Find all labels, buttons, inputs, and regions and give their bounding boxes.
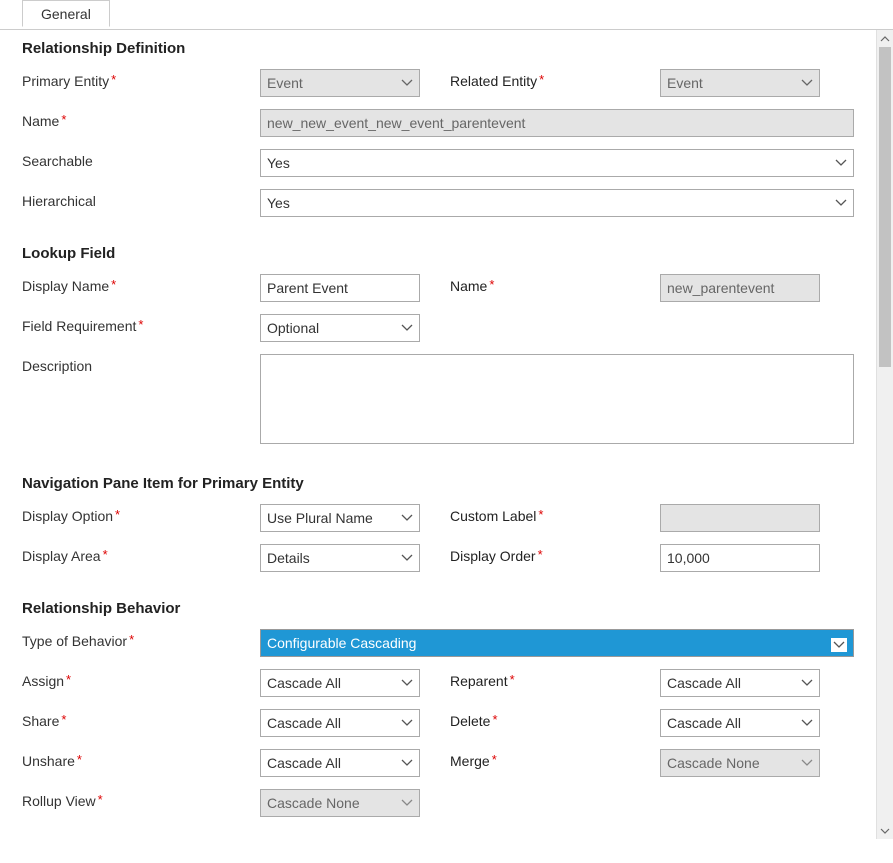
display-area-label: Display Area*: [22, 544, 260, 564]
chevron-down-icon: [801, 758, 813, 768]
chevron-down-icon: [401, 513, 413, 523]
chevron-down-icon: [401, 798, 413, 808]
display-area-select[interactable]: Details: [260, 544, 420, 572]
lookup-name-input: new_parentevent: [660, 274, 820, 302]
scroll-down-button[interactable]: [877, 822, 893, 839]
display-option-label: Display Option*: [22, 504, 260, 524]
scroll-thumb[interactable]: [879, 47, 891, 367]
delete-label: Delete*: [420, 709, 660, 729]
unshare-label: Unshare*: [22, 749, 260, 769]
merge-label: Merge*: [420, 749, 660, 769]
chevron-down-icon: [401, 323, 413, 333]
display-order-label: Display Order*: [420, 544, 660, 564]
section-navigation-pane: Navigation Pane Item for Primary Entity: [22, 475, 854, 492]
field-requirement-select[interactable]: Optional: [260, 314, 420, 342]
custom-label-label: Custom Label*: [420, 504, 660, 524]
tab-general[interactable]: General: [22, 0, 110, 27]
reparent-label: Reparent*: [420, 669, 660, 689]
chevron-down-icon: [801, 78, 813, 88]
chevron-down-icon: [835, 198, 847, 208]
chevron-down-icon: [835, 158, 847, 168]
display-name-label: Display Name*: [22, 274, 260, 294]
related-entity-label: Related Entity*: [420, 69, 660, 89]
custom-label-input: [660, 504, 820, 532]
assign-select[interactable]: Cascade All: [260, 669, 420, 697]
searchable-select[interactable]: Yes: [260, 149, 854, 177]
searchable-label: Searchable: [22, 149, 260, 169]
form-body: Relationship Definition Primary Entity* …: [0, 40, 876, 839]
scrollbar[interactable]: [876, 30, 893, 839]
name-input: new_new_event_new_event_parentevent: [260, 109, 854, 137]
name-label: Name*: [22, 109, 260, 129]
share-label: Share*: [22, 709, 260, 729]
rollup-select: Cascade None: [260, 789, 420, 817]
merge-select: Cascade None: [660, 749, 820, 777]
primary-entity-select: Event: [260, 69, 420, 97]
display-option-select[interactable]: Use Plural Name: [260, 504, 420, 532]
type-behavior-select[interactable]: Configurable Cascading: [260, 629, 854, 657]
related-entity-select: Event: [660, 69, 820, 97]
share-select[interactable]: Cascade All: [260, 709, 420, 737]
description-textarea[interactable]: [260, 354, 854, 444]
field-requirement-label: Field Requirement*: [22, 314, 260, 334]
hierarchical-select[interactable]: Yes: [260, 189, 854, 217]
section-lookup-field: Lookup Field: [22, 245, 854, 262]
section-relationship-behavior: Relationship Behavior: [22, 600, 854, 617]
chevron-down-icon: [801, 678, 813, 688]
assign-label: Assign*: [22, 669, 260, 689]
scroll-up-button[interactable]: [877, 30, 893, 47]
delete-select[interactable]: Cascade All: [660, 709, 820, 737]
chevron-down-icon: [801, 718, 813, 728]
chevron-down-icon: [401, 718, 413, 728]
tab-row: General: [0, 0, 893, 30]
chevron-down-icon: [831, 638, 847, 652]
section-relationship-definition: Relationship Definition: [22, 40, 854, 57]
display-order-input[interactable]: 10,000: [660, 544, 820, 572]
rollup-label: Rollup View*: [22, 789, 260, 809]
reparent-select[interactable]: Cascade All: [660, 669, 820, 697]
lookup-name-label: Name*: [420, 274, 660, 294]
chevron-down-icon: [401, 678, 413, 688]
hierarchical-label: Hierarchical: [22, 189, 260, 209]
display-name-input[interactable]: Parent Event: [260, 274, 420, 302]
primary-entity-label: Primary Entity*: [22, 69, 260, 89]
description-label: Description: [22, 354, 260, 374]
type-behavior-label: Type of Behavior*: [22, 629, 260, 649]
chevron-down-icon: [401, 758, 413, 768]
chevron-down-icon: [401, 553, 413, 563]
unshare-select[interactable]: Cascade All: [260, 749, 420, 777]
chevron-down-icon: [401, 78, 413, 88]
